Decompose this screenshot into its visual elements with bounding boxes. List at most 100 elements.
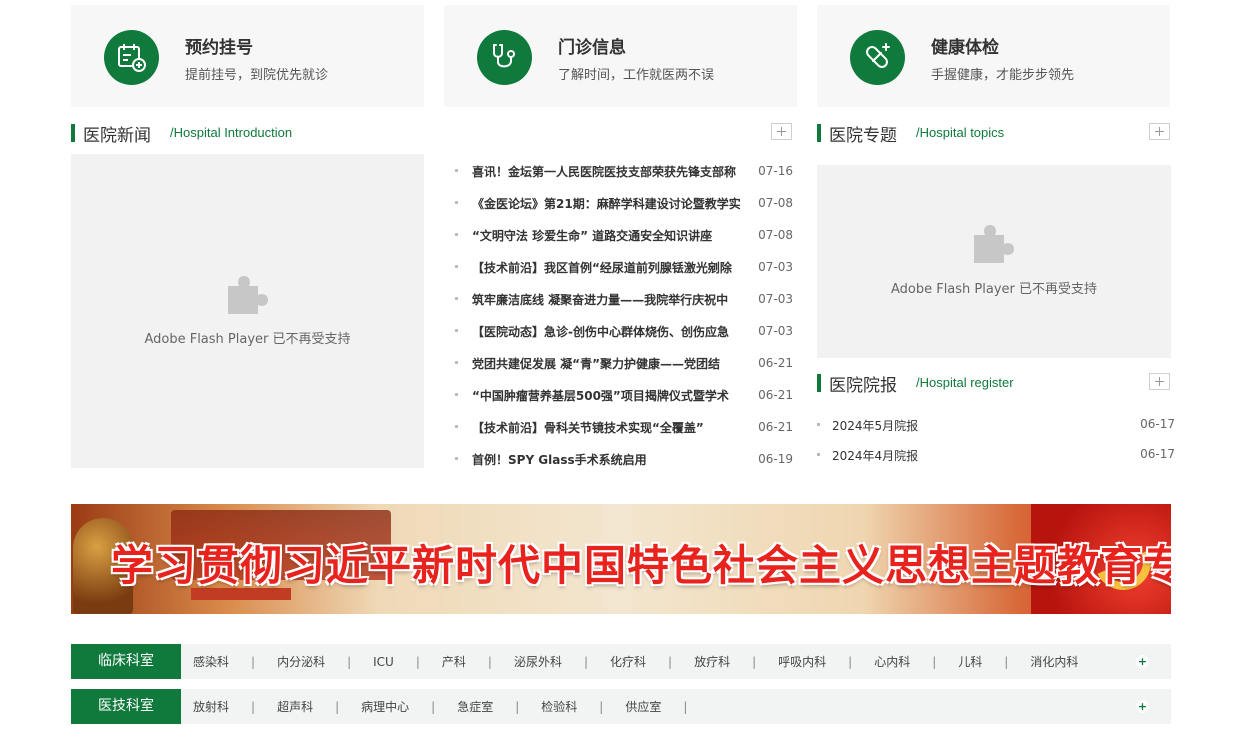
dept-link[interactable]: 急症室 [457,698,493,715]
news-item[interactable]: 【医院动态】急诊-创伤中心群体烧伤、创伤应急 07-03 [455,315,793,347]
register-item[interactable]: 2024年4月院报 06-17 [817,439,1175,469]
calendar-add-icon [104,30,159,85]
divider: | [848,654,853,669]
news-date: 07-03 [758,324,793,338]
divider: | [251,654,256,669]
news-title[interactable]: 【技术前沿】骨科关节镜技术实现“全覆盖” [472,419,740,436]
news-item[interactable]: 【技术前沿】我区首例“经尿道前列腺铥激光剜除 07-03 [455,251,793,283]
topics-more-button[interactable] [1149,123,1170,140]
bullet [455,329,458,332]
dept-link[interactable]: 供应室 [625,698,661,715]
dept-row-medtech: 医技科室 放射科 | 超声科 | 病理中心 | 急症室 | 检验科 | 供应室 | + [71,689,1171,724]
divider: | [487,654,492,669]
news-item[interactable]: 筑牢廉洁底线 凝聚奋进力量——我院举行庆祝中 07-03 [455,283,793,315]
service-title: 门诊信息 [558,38,626,58]
divider: | [932,654,937,669]
section-subtitle: /Hospital register [916,375,1014,390]
flash-message: Adobe Flash Player 已不再受支持 [890,282,1098,297]
register-item[interactable]: 2024年5月院报 06-17 [817,409,1175,439]
divider: | [668,654,673,669]
news-item[interactable]: “文明守法 珍爱生命” 道路交通安全知识讲座 07-08 [455,219,793,251]
expand-plus-icon[interactable]: + [1136,700,1149,713]
news-date: 06-21 [758,356,793,370]
bullet [817,453,820,456]
dept-link[interactable]: 心内科 [874,653,910,670]
section-header-topics: 医院专题 /Hospital topics [817,121,1147,146]
news-title[interactable]: 党团共建促发展 凝“青”聚力护健康——党团结 [472,355,740,372]
register-title[interactable]: 2024年4月院报 [832,447,918,464]
section-header-register: 医院院报 /Hospital register [817,371,1147,396]
dept-link[interactable]: 放疗科 [694,653,730,670]
dept-link[interactable]: 超声科 [277,698,313,715]
section-subtitle: /Hospital Introduction [170,125,293,140]
dept-link[interactable]: 内分泌科 [277,653,325,670]
bullet [455,201,458,204]
bullet [455,233,458,236]
bullet [455,393,458,396]
news-title[interactable]: 《金医论坛》第21期：麻醉学科建设讨论暨教学实 [472,195,740,212]
expand-plus-icon[interactable]: + [1136,655,1149,668]
service-card-appointment[interactable]: 预约挂号 提前挂号，到院优先就诊 [71,5,424,107]
news-title[interactable]: 喜讯！金坛第一人民医院医技支部荣获先锋支部称 [472,163,740,180]
divider: | [583,654,588,669]
flash-placeholder-topics: Adobe Flash Player 已不再受支持 [817,165,1171,358]
section-accent-bar [71,124,75,142]
banner-title: 学习贯彻习近平新时代中国特色社会主义思想主题教育专栏 [111,541,1171,590]
service-subtitle: 提前挂号，到院优先就诊 [185,68,329,83]
bullet [455,457,458,460]
news-title[interactable]: “文明守法 珍爱生命” 道路交通安全知识讲座 [472,227,740,244]
section-title: 医院新闻 [83,126,151,146]
bullet [455,297,458,300]
news-item[interactable]: 党团共建促发展 凝“青”聚力护健康——党团结 06-21 [455,347,793,379]
news-item[interactable]: 《金医论坛》第21期：麻醉学科建设讨论暨教学实 07-08 [455,187,793,219]
news-item[interactable]: 喜讯！金坛第一人民医院医技支部荣获先锋支部称 07-16 [455,155,793,187]
dept-link[interactable]: 儿科 [958,653,982,670]
news-title[interactable]: 【技术前沿】我区首例“经尿道前列腺铥激光剜除 [472,259,740,276]
service-card-checkup[interactable]: 健康体检 手握健康，才能步步领先 [817,5,1170,107]
dept-link[interactable]: 放射科 [193,698,229,715]
news-title[interactable]: 首例！SPY Glass手术系统启用 [472,451,740,468]
news-title[interactable]: 筑牢廉洁底线 凝聚奋进力量——我院举行庆祝中 [472,291,740,308]
dept-links: 放射科 | 超声科 | 病理中心 | 急症室 | 检验科 | 供应室 | [193,689,709,724]
divider: | [1004,654,1009,669]
bullet [455,425,458,428]
service-subtitle: 手握健康，才能步步领先 [931,68,1075,83]
news-date: 07-08 [758,228,793,242]
news-title[interactable]: “中国肿瘤营养基层500强”项目揭牌仪式暨学术 [472,387,740,404]
section-subtitle: /Hospital topics [916,125,1005,140]
news-date: 06-19 [758,452,793,466]
register-date: 06-17 [1140,417,1175,431]
news-date: 06-21 [758,388,793,402]
news-date: 07-03 [758,260,793,274]
news-item[interactable]: “中国肿瘤营养基层500强”项目揭牌仪式暨学术 06-21 [455,379,793,411]
dept-row-clinical: 临床科室 感染科 | 内分泌科 | ICU | 产科 | 泌尿外科 | 化疗科 | 放疗科 |… [71,644,1171,679]
dept-link[interactable]: 感染科 [193,653,229,670]
news-more-button[interactable] [771,123,792,140]
dept-link[interactable]: 产科 [442,653,466,670]
stethoscope-icon [477,30,532,85]
dept-link[interactable]: 检验科 [541,698,577,715]
divider: | [415,654,420,669]
dept-link[interactable]: 病理中心 [361,698,409,715]
dept-link[interactable]: 呼吸内科 [778,653,826,670]
divider: | [335,699,340,714]
section-accent-bar [817,374,821,392]
news-list: 喜讯！金坛第一人民医院医技支部荣获先锋支部称 07-16 《金医论坛》第21期：麻… [455,155,793,475]
section-title: 医院专题 [829,126,897,146]
service-card-outpatient[interactable]: 门诊信息 了解时间，工作就医两不误 [444,5,797,107]
dept-link[interactable]: ICU [373,655,394,669]
news-item[interactable]: 【技术前沿】骨科关节镜技术实现“全覆盖” 06-21 [455,411,793,443]
news-date: 06-21 [758,420,793,434]
dept-link[interactable]: 化疗科 [610,653,646,670]
dept-link[interactable]: 泌尿外科 [514,653,562,670]
section-header-news: 医院新闻 /Hospital Introduction [71,121,424,146]
section-title: 医院院报 [829,376,897,396]
news-item[interactable]: 首例！SPY Glass手术系统启用 06-19 [455,443,793,475]
register-more-button[interactable] [1149,373,1170,390]
news-title[interactable]: 【医院动态】急诊-创伤中心群体烧伤、创伤应急 [472,323,740,340]
dept-link[interactable]: 消化内科 [1030,653,1078,670]
register-title[interactable]: 2024年5月院报 [832,417,918,434]
bullet [455,169,458,172]
divider: | [347,654,352,669]
theme-education-banner[interactable]: 学习贯彻习近平新时代中国特色社会主义思想主题教育专栏 [71,504,1171,614]
